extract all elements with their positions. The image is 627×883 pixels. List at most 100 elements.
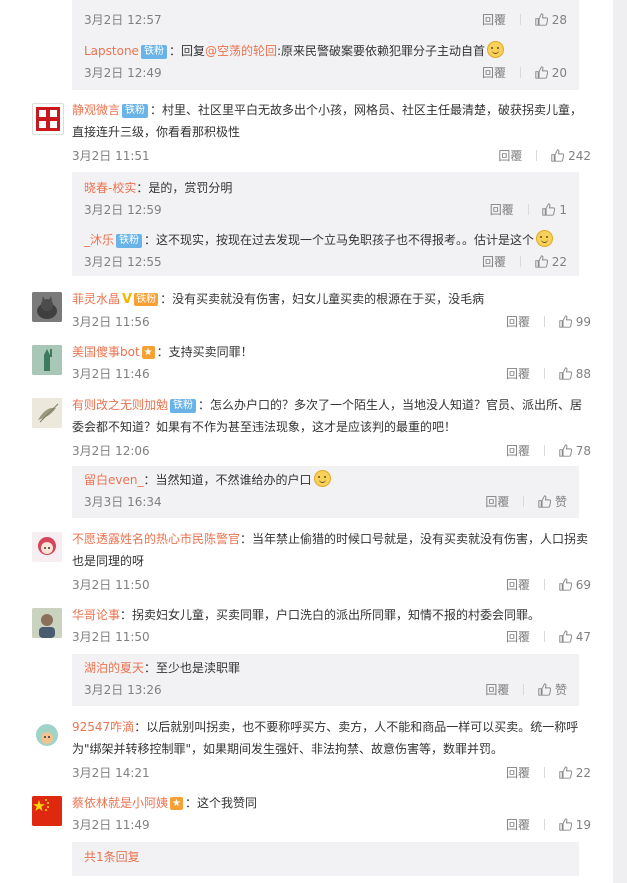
reply-button[interactable]: 回覆 <box>485 683 509 697</box>
reply-button[interactable]: 回覆 <box>482 255 506 269</box>
like-button[interactable]: 69 <box>559 578 591 592</box>
divider <box>543 767 545 778</box>
divider <box>536 150 538 161</box>
like-button[interactable]: 22 <box>535 255 567 269</box>
divider <box>527 204 529 215</box>
timestamp: 3月2日 12:06 <box>72 444 150 458</box>
like-count: 28 <box>551 13 567 27</box>
mention-link[interactable]: @空荡的轮回 <box>205 44 277 58</box>
reply-actions: 回覆 28 <box>482 9 567 31</box>
timestamp: 3月2日 14:21 <box>72 766 150 780</box>
reply-actions: 回覆 赞 <box>485 491 567 513</box>
thumbs-up-icon <box>551 149 565 162</box>
reply-button[interactable]: 回覆 <box>506 818 530 832</box>
timestamp: 3月2日 11:50 <box>72 578 150 592</box>
like-button[interactable]: 赞 <box>538 683 567 697</box>
more-replies-link[interactable]: 共1条回复 <box>84 850 140 864</box>
user-name[interactable]: 蔡依林就是小阿姨 <box>72 796 168 810</box>
user-name[interactable]: 菲灵水晶 <box>72 292 120 306</box>
comment-actions: 回覆 78 <box>506 440 591 462</box>
sub-reply: Lapstone 铁粉 ：回复@空荡的轮回:原来民警破案要依赖犯罪分子主动自首 3月… <box>84 40 567 84</box>
reply-button[interactable]: 回覆 <box>506 630 530 644</box>
emoji-icon <box>536 230 554 247</box>
comment-actions: 回覆 69 <box>506 574 591 596</box>
timestamp: 3月3日 16:34 <box>84 495 162 509</box>
reply-button[interactable]: 回覆 <box>498 149 522 163</box>
fan-badge: 铁粉 <box>170 399 197 413</box>
comment-actions: 回覆 88 <box>506 363 591 385</box>
like-button[interactable]: 1 <box>542 203 567 217</box>
divider <box>543 316 545 327</box>
divider <box>543 445 545 456</box>
thumbs-up-icon <box>559 444 572 457</box>
statue-avatar-icon <box>32 345 62 375</box>
user-name[interactable]: 不愿透露姓名的热心市民陈警官 <box>72 532 240 546</box>
divider <box>523 684 525 695</box>
reply-button[interactable]: 回覆 <box>506 367 530 381</box>
like-count: 19 <box>575 818 591 832</box>
reply-button[interactable]: 回覆 <box>482 13 506 27</box>
avatar[interactable] <box>32 292 62 322</box>
reply-button[interactable]: 回覆 <box>506 578 530 592</box>
timestamp: 3月2日 12:49 <box>84 66 162 80</box>
reply-button[interactable]: 回覆 <box>506 766 530 780</box>
user-name[interactable]: 湖泊的夏天 <box>84 661 144 675</box>
reply-button[interactable]: 回覆 <box>490 203 514 217</box>
sub-reply: 湖泊的夏天：至少也是渎职罪 3月2日 13:26 回覆 赞 <box>84 657 567 701</box>
user-name[interactable]: 晓春-校实 <box>84 181 136 195</box>
avatar[interactable] <box>32 398 62 428</box>
reply-text: ：至少也是渎职罪 <box>144 661 241 675</box>
comment-actions: 回覆 22 <box>506 762 591 784</box>
user-name[interactable]: 留白even_ <box>84 473 143 487</box>
divider <box>519 67 521 78</box>
like-count: 1 <box>559 203 567 217</box>
reply-actions: 回覆 20 <box>482 62 567 84</box>
comment-actions: 回覆 99 <box>506 311 591 333</box>
user-name[interactable]: 美国傻事bot <box>72 345 140 359</box>
thumbs-up-icon <box>559 818 572 831</box>
thumbs-up-icon <box>559 630 572 643</box>
user-name[interactable]: _沐乐 <box>84 233 114 247</box>
avatar[interactable] <box>32 720 62 750</box>
avatar[interactable] <box>32 608 62 638</box>
like-button[interactable]: 99 <box>559 315 591 329</box>
divider <box>543 579 545 590</box>
avatar[interactable] <box>32 103 64 135</box>
anime-avatar-icon <box>32 532 62 562</box>
like-button[interactable]: 88 <box>559 367 591 381</box>
reply-button[interactable]: 回覆 <box>482 66 506 80</box>
avatar[interactable] <box>32 345 62 375</box>
reply-button[interactable]: 回覆 <box>506 444 530 458</box>
thumbs-up-icon <box>538 495 552 508</box>
bird-avatar-icon <box>32 398 62 428</box>
user-name[interactable]: 92547咋滴 <box>72 720 134 734</box>
like-button[interactable]: 28 <box>535 13 567 27</box>
comment-actions: 回覆 47 <box>506 626 591 648</box>
user-name[interactable]: 静观微言 <box>72 103 120 117</box>
divider <box>543 368 545 379</box>
like-button[interactable]: 19 <box>559 818 591 832</box>
user-name[interactable]: 华哥论事 <box>72 608 120 622</box>
like-button[interactable]: 47 <box>559 630 591 644</box>
like-button[interactable]: 赞 <box>538 495 567 509</box>
reply-button[interactable]: 回覆 <box>506 315 530 329</box>
like-button[interactable]: 242 <box>551 149 591 163</box>
timestamp: 3月2日 11:51 <box>72 149 150 163</box>
like-count: 242 <box>568 149 591 163</box>
avatar[interactable] <box>32 532 62 562</box>
fan-badge: 铁粉 <box>122 104 149 118</box>
fan-badge: 铁粉 <box>116 234 143 248</box>
user-name[interactable]: 有则改之无则加勉 <box>72 398 168 412</box>
thumbs-up-icon <box>538 683 552 696</box>
reply-button[interactable]: 回覆 <box>485 495 509 509</box>
scrollbar-track[interactable] <box>613 0 627 883</box>
like-count: 78 <box>575 444 591 458</box>
like-button[interactable]: 22 <box>559 766 591 780</box>
user-name[interactable]: Lapstone <box>84 44 139 58</box>
reply-box: 留白even_：当然知道，不然谁给办的户口 3月3日 16:34 回覆 赞 <box>72 466 579 518</box>
like-button[interactable]: 20 <box>535 66 567 80</box>
comment-text: ：村里、社区里平白无故多出个小孩，网格员、社区主任最清楚，破获拐卖儿童，直接连升… <box>72 103 583 139</box>
avatar[interactable] <box>32 796 62 826</box>
like-button[interactable]: 78 <box>559 444 591 458</box>
timestamp: 3月2日 12:55 <box>84 255 162 269</box>
